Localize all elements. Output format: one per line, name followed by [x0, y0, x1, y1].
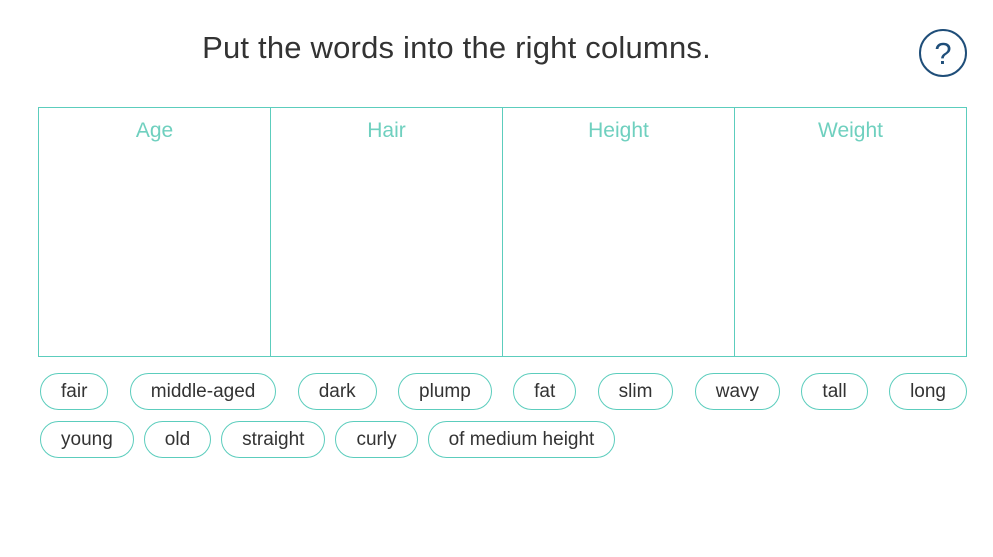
word-chip-fair[interactable]: fair	[40, 373, 109, 410]
word-chip-slim[interactable]: slim	[597, 373, 674, 410]
word-chip-middle-aged[interactable]: middle-aged	[129, 373, 277, 410]
column-height[interactable]: Height	[503, 108, 735, 356]
word-chip-dark[interactable]: dark	[297, 373, 377, 410]
word-chip-long[interactable]: long	[889, 373, 967, 410]
word-chip-plump[interactable]: plump	[398, 373, 492, 410]
instruction-title: Put the words into the right columns.	[202, 30, 711, 65]
column-age[interactable]: Age	[39, 108, 271, 356]
dropzone-hair[interactable]	[271, 143, 502, 356]
column-header-age: Age	[135, 119, 174, 142]
dropzone-height[interactable]	[503, 143, 734, 356]
word-chip-curly[interactable]: curly	[335, 421, 418, 458]
help-button[interactable]: ?	[919, 29, 967, 77]
word-chip-wavy[interactable]: wavy	[694, 373, 781, 410]
column-header-hair: Hair	[367, 119, 406, 142]
column-hair[interactable]: Hair	[271, 108, 503, 356]
word-chip-tall[interactable]: tall	[801, 373, 868, 410]
word-bank-row: young old straight curly of medium heigh…	[40, 421, 967, 458]
sorting-columns: Age Hair Height Weight	[38, 107, 967, 357]
word-chip-straight[interactable]: straight	[221, 421, 326, 458]
column-header-weight: Weight	[818, 119, 883, 142]
dropzone-weight[interactable]	[735, 143, 966, 356]
word-chip-fat[interactable]: fat	[513, 373, 577, 410]
word-bank-row: fair middle-aged dark plump fat slim wav…	[40, 373, 967, 410]
dropzone-age[interactable]	[39, 143, 270, 356]
column-header-height: Height	[588, 119, 649, 142]
question-mark-icon: ?	[934, 35, 952, 71]
word-chip-young[interactable]: young	[40, 421, 134, 458]
word-chip-of-medium-height[interactable]: of medium height	[427, 421, 616, 458]
word-chip-old[interactable]: old	[143, 421, 212, 458]
column-weight[interactable]: Weight	[735, 108, 966, 356]
